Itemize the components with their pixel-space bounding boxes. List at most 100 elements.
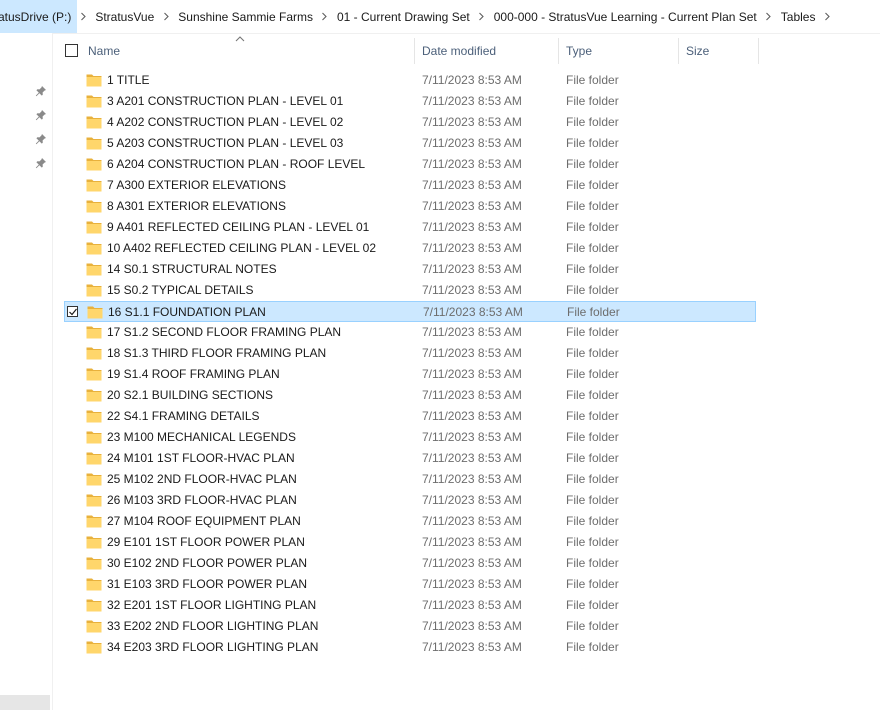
file-name[interactable]: 27 M104 ROOF EQUIPMENT PLAN (107, 511, 301, 532)
file-row[interactable]: 6 A204 CONSTRUCTION PLAN - ROOF LEVEL 7/1… (64, 154, 756, 175)
file-row[interactable]: 18 S1.3 THIRD FLOOR FRAMING PLAN 7/11/202… (64, 343, 756, 364)
chevron-right-icon[interactable] (821, 0, 833, 33)
column-divider[interactable] (558, 38, 559, 64)
file-row[interactable]: 9 A401 REFLECTED CEILING PLAN - LEVEL 01… (64, 217, 756, 238)
column-type[interactable]: Type (560, 38, 678, 64)
column-name[interactable]: Name (82, 38, 414, 64)
row-checkbox[interactable] (67, 306, 78, 317)
navigation-pane[interactable] (0, 33, 53, 710)
file-date-modified: 7/11/2023 8:53 AM (422, 388, 522, 402)
file-row[interactable]: 4 A202 CONSTRUCTION PLAN - LEVEL 02 7/11/… (64, 112, 756, 133)
file-row[interactable]: 23 M100 MECHANICAL LEGENDS 7/11/2023 8:53… (64, 427, 756, 448)
file-name[interactable]: 22 S4.1 FRAMING DETAILS (107, 406, 260, 427)
file-name[interactable]: 14 S0.1 STRUCTURAL NOTES (107, 259, 277, 280)
file-name[interactable]: 32 E201 1ST FLOOR LIGHTING PLAN (107, 595, 316, 616)
file-date-modified: 7/11/2023 8:53 AM (422, 451, 522, 465)
select-all-checkbox[interactable] (65, 44, 78, 57)
file-row[interactable]: 33 E202 2ND FLOOR LIGHTING PLAN 7/11/2023… (64, 616, 756, 637)
file-row[interactable]: 32 E201 1ST FLOOR LIGHTING PLAN 7/11/2023… (64, 595, 756, 616)
file-name[interactable]: 3 A201 CONSTRUCTION PLAN - LEVEL 01 (107, 91, 343, 112)
file-name[interactable]: 30 E102 2ND FLOOR POWER PLAN (107, 553, 307, 574)
chevron-right-icon[interactable] (319, 0, 331, 33)
pin-icon[interactable] (35, 157, 47, 169)
file-name[interactable]: 8 A301 EXTERIOR ELEVATIONS (107, 196, 286, 217)
file-row[interactable]: 31 E103 3RD FLOOR POWER PLAN 7/11/2023 8:… (64, 574, 756, 595)
file-name[interactable]: 31 E103 3RD FLOOR POWER PLAN (107, 574, 307, 595)
file-name[interactable]: 16 S1.1 FOUNDATION PLAN (108, 302, 266, 323)
folder-icon (86, 535, 102, 549)
file-name[interactable]: 9 A401 REFLECTED CEILING PLAN - LEVEL 01 (107, 217, 369, 238)
file-date-modified: 7/11/2023 8:53 AM (422, 157, 522, 171)
breadcrumb-item-plan-set[interactable]: 000-000 - StratusVue Learning - Current … (488, 0, 763, 33)
chevron-right-icon[interactable] (476, 0, 488, 33)
column-date-modified[interactable]: Date modified (416, 38, 558, 64)
file-name[interactable]: 4 A202 CONSTRUCTION PLAN - LEVEL 02 (107, 112, 343, 133)
file-row[interactable]: 20 S2.1 BUILDING SECTIONS 7/11/2023 8:53 … (64, 385, 756, 406)
navigation-scrollbar[interactable] (0, 695, 50, 710)
file-name[interactable]: 29 E101 1ST FLOOR POWER PLAN (107, 532, 305, 553)
chevron-right-icon[interactable] (77, 0, 89, 33)
file-name[interactable]: 17 S1.2 SECOND FLOOR FRAMING PLAN (107, 322, 341, 343)
file-name[interactable]: 19 S1.4 ROOF FRAMING PLAN (107, 364, 280, 385)
pin-icon[interactable] (35, 133, 47, 145)
chevron-right-icon[interactable] (160, 0, 172, 33)
file-date-modified: 7/11/2023 8:53 AM (422, 136, 522, 150)
file-type: File folder (566, 283, 619, 297)
file-name[interactable]: 20 S2.1 BUILDING SECTIONS (107, 385, 273, 406)
breadcrumb-item-stratusvue[interactable]: StratusVue (89, 0, 160, 33)
file-row[interactable]: 19 S1.4 ROOF FRAMING PLAN 7/11/2023 8:53 … (64, 364, 756, 385)
file-row[interactable]: 16 S1.1 FOUNDATION PLAN 7/11/2023 8:53 AM… (64, 301, 756, 322)
file-date-modified: 7/11/2023 8:53 AM (422, 325, 522, 339)
pin-icon[interactable] (35, 85, 47, 97)
file-row[interactable]: 14 S0.1 STRUCTURAL NOTES 7/11/2023 8:53 A… (64, 259, 756, 280)
file-name[interactable]: 34 E203 3RD FLOOR LIGHTING PLAN (107, 637, 318, 658)
file-name[interactable]: 25 M102 2ND FLOOR-HVAC PLAN (107, 469, 297, 490)
file-type: File folder (566, 535, 619, 549)
file-row[interactable]: 25 M102 2ND FLOOR-HVAC PLAN 7/11/2023 8:5… (64, 469, 756, 490)
column-divider[interactable] (678, 38, 679, 64)
breadcrumb-item-project[interactable]: Sunshine Sammie Farms (172, 0, 319, 33)
file-name[interactable]: 26 M103 3RD FLOOR-HVAC PLAN (107, 490, 297, 511)
file-name[interactable]: 15 S0.2 TYPICAL DETAILS (107, 280, 254, 301)
file-row[interactable]: 26 M103 3RD FLOOR-HVAC PLAN 7/11/2023 8:5… (64, 490, 756, 511)
folder-icon (86, 409, 102, 423)
file-name[interactable]: 24 M101 1ST FLOOR-HVAC PLAN (107, 448, 295, 469)
file-row[interactable]: 3 A201 CONSTRUCTION PLAN - LEVEL 01 7/11/… (64, 91, 756, 112)
file-row[interactable]: 22 S4.1 FRAMING DETAILS 7/11/2023 8:53 AM… (64, 406, 756, 427)
breadcrumb-item-drive[interactable]: ratusDrive (P:) (0, 0, 78, 33)
file-row[interactable]: 34 E203 3RD FLOOR LIGHTING PLAN 7/11/2023… (64, 637, 756, 658)
file-name[interactable]: 1 TITLE (107, 70, 149, 91)
file-row[interactable]: 24 M101 1ST FLOOR-HVAC PLAN 7/11/2023 8:5… (64, 448, 756, 469)
pin-icon[interactable] (35, 109, 47, 121)
folder-icon (86, 115, 102, 129)
folder-icon (86, 199, 102, 213)
file-type: File folder (566, 262, 619, 276)
file-row[interactable]: 8 A301 EXTERIOR ELEVATIONS 7/11/2023 8:53… (64, 196, 756, 217)
file-name[interactable]: 33 E202 2ND FLOOR LIGHTING PLAN (107, 616, 318, 637)
file-type: File folder (566, 598, 619, 612)
file-row[interactable]: 1 TITLE 7/11/2023 8:53 AM File folder (64, 70, 756, 91)
file-row[interactable]: 5 A203 CONSTRUCTION PLAN - LEVEL 03 7/11/… (64, 133, 756, 154)
file-type: File folder (566, 346, 619, 360)
file-name[interactable]: 18 S1.3 THIRD FLOOR FRAMING PLAN (107, 343, 326, 364)
column-divider[interactable] (758, 38, 759, 64)
file-row[interactable]: 29 E101 1ST FLOOR POWER PLAN 7/11/2023 8:… (64, 532, 756, 553)
file-name[interactable]: 10 A402 REFLECTED CEILING PLAN - LEVEL 0… (107, 238, 376, 259)
file-name[interactable]: 5 A203 CONSTRUCTION PLAN - LEVEL 03 (107, 133, 343, 154)
column-size[interactable]: Size (680, 38, 758, 64)
file-row[interactable]: 17 S1.2 SECOND FLOOR FRAMING PLAN 7/11/20… (64, 322, 756, 343)
file-row[interactable]: 15 S0.2 TYPICAL DETAILS 7/11/2023 8:53 AM… (64, 280, 756, 301)
file-name[interactable]: 23 M100 MECHANICAL LEGENDS (107, 427, 296, 448)
chevron-right-icon[interactable] (763, 0, 775, 33)
file-row[interactable]: 30 E102 2ND FLOOR POWER PLAN 7/11/2023 8:… (64, 553, 756, 574)
column-divider[interactable] (414, 38, 415, 64)
file-row[interactable]: 7 A300 EXTERIOR ELEVATIONS 7/11/2023 8:53… (64, 175, 756, 196)
file-type: File folder (566, 178, 619, 192)
file-row[interactable]: 10 A402 REFLECTED CEILING PLAN - LEVEL 0… (64, 238, 756, 259)
file-date-modified: 7/11/2023 8:53 AM (422, 178, 522, 192)
breadcrumb-item-drawing-set[interactable]: 01 - Current Drawing Set (331, 0, 476, 33)
file-name[interactable]: 7 A300 EXTERIOR ELEVATIONS (107, 175, 286, 196)
file-row[interactable]: 27 M104 ROOF EQUIPMENT PLAN 7/11/2023 8:5… (64, 511, 756, 532)
breadcrumb-item-tables[interactable]: Tables (775, 0, 822, 33)
file-name[interactable]: 6 A204 CONSTRUCTION PLAN - ROOF LEVEL (107, 154, 365, 175)
